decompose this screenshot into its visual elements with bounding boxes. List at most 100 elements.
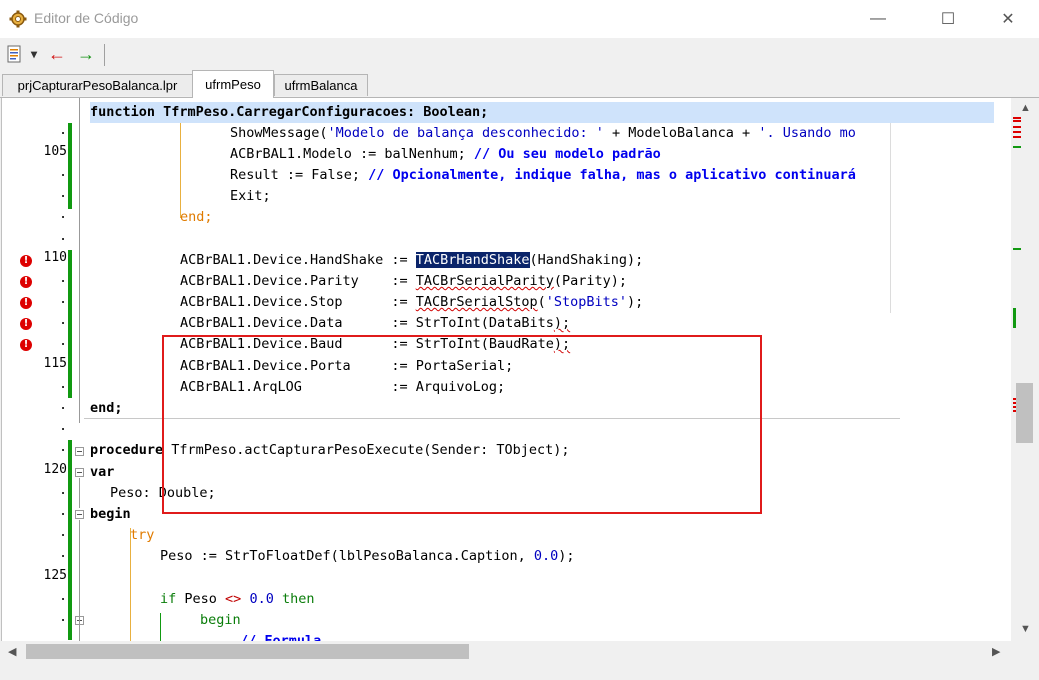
gear-app-icon: [9, 10, 27, 28]
line-dot: .: [59, 165, 67, 180]
modified-line-marker: [68, 123, 72, 209]
tab-prjcapturarpesobalanca[interactable]: prjCapturarPesoBalanca.lpr: [2, 74, 193, 96]
fold-toggle-icon[interactable]: [75, 510, 84, 519]
modified-marker: [1013, 308, 1016, 328]
document-list-icon: [7, 45, 21, 63]
line-number: 115: [43, 356, 67, 371]
modified-marker: [1013, 248, 1021, 250]
error-icon[interactable]: !: [20, 255, 32, 267]
line-dot: .: [59, 440, 67, 455]
scroll-thumb[interactable]: [1016, 383, 1033, 443]
line-dot: .: [59, 483, 67, 498]
code-line: if Peso <> 0.0 then: [160, 591, 315, 607]
code-line: Exit;: [230, 188, 271, 204]
editor-tabs: prjCapturarPesoBalanca.lpr ufrmPeso ufrm…: [0, 70, 1039, 98]
tab-label: ufrmBalanca: [284, 78, 358, 93]
line-dot: .: [59, 398, 67, 413]
line-number: 110: [43, 250, 67, 265]
code-line: var: [90, 464, 115, 480]
toolbar-separator: [104, 44, 105, 66]
code-line: Result := False; // Opcionalmente, indiq…: [230, 167, 856, 183]
line-dot: .: [59, 419, 67, 434]
close-button[interactable]: ✕: [985, 0, 1031, 38]
chevron-down-icon: ▾: [30, 47, 38, 61]
fold-line: [79, 478, 80, 508]
scroll-right-icon[interactable]: ▶: [992, 645, 1000, 658]
toolbar: ▾ ← →: [0, 38, 1039, 70]
line-dot: .: [59, 546, 67, 561]
title-bar: Editor de Código — ☐ ✕: [0, 0, 1039, 38]
line-dot: .: [59, 292, 67, 307]
scroll-down-icon[interactable]: ▼: [1020, 623, 1031, 635]
scroll-up-icon[interactable]: ▲: [1020, 102, 1031, 114]
code-editor[interactable]: . 105 . . . . 110 . . . . 115 . . . . 12…: [1, 98, 1012, 641]
error-marker: [1013, 126, 1021, 128]
line-dot: .: [59, 377, 67, 392]
line-dot: .: [59, 504, 67, 519]
error-icon[interactable]: !: [20, 339, 32, 351]
code-line: ACBrBAL1.Device.Parity := TACBrSerialPar…: [180, 273, 628, 289]
error-marker: [1013, 136, 1021, 138]
error-icon[interactable]: !: [20, 276, 32, 288]
line-dot: .: [59, 207, 67, 222]
modified-line-marker: [68, 440, 72, 640]
modified-line-marker: [68, 250, 72, 398]
error-icon[interactable]: !: [20, 318, 32, 330]
line-number: 125: [43, 568, 67, 583]
status-bar: [0, 662, 1039, 680]
tab-label: prjCapturarPesoBalanca.lpr: [17, 78, 178, 93]
minimize-button[interactable]: —: [855, 0, 901, 38]
fold-line: [79, 98, 80, 423]
line-number: 105: [43, 144, 67, 159]
code-line: begin: [90, 506, 131, 522]
code-line: ACBrBAL1.Device.Data := StrToInt(DataBit…: [180, 315, 571, 331]
code-line: Peso := StrToFloatDef(lblPesoBalanca.Cap…: [160, 548, 575, 564]
editor-options-button[interactable]: [4, 42, 24, 66]
error-icon[interactable]: !: [20, 297, 32, 309]
tab-label: ufrmPeso: [205, 77, 261, 92]
options-dropdown[interactable]: ▾: [27, 42, 41, 66]
line-dot: .: [59, 334, 67, 349]
maximize-button[interactable]: ☐: [925, 0, 971, 38]
arrow-left-icon: ←: [48, 43, 66, 64]
line-dot: .: [59, 271, 67, 286]
right-margin-line: [890, 123, 891, 313]
line-dot: .: [59, 186, 67, 201]
code-line: ACBrBAL1.Modelo := balNenhum; // Ou seu …: [230, 146, 661, 162]
modified-marker: [1013, 146, 1021, 148]
indent-guide: [180, 123, 181, 218]
code-line: end;: [90, 400, 123, 416]
line-dot: .: [59, 123, 67, 138]
line-number: 120: [43, 462, 67, 477]
code-line: ACBrBAL1.Device.HandShake := TACBrHandSh…: [180, 252, 644, 268]
fold-toggle-icon[interactable]: [75, 468, 84, 477]
error-marker: [1013, 120, 1021, 122]
tab-ufrmbalanca[interactable]: ufrmBalanca: [274, 74, 368, 96]
highlight-box: [162, 335, 762, 514]
maximize-icon: ☐: [940, 11, 956, 28]
close-icon: ✕: [1001, 11, 1015, 28]
tab-ufrmpeso[interactable]: ufrmPeso: [192, 70, 274, 98]
vertical-scrollbar[interactable]: ▲ ▼: [1011, 98, 1039, 641]
code-line: end;: [180, 209, 213, 225]
horizontal-scrollbar[interactable]: ◀ ▶: [0, 641, 1039, 662]
scroll-thumb-horizontal[interactable]: [26, 644, 469, 659]
line-dot: .: [59, 525, 67, 540]
scroll-left-icon[interactable]: ◀: [8, 645, 16, 658]
line-dot: .: [59, 610, 67, 625]
line-dot: .: [59, 313, 67, 328]
function-header-line: function TfrmPeso.CarregarConfiguracoes:…: [90, 104, 489, 120]
code-line: begin: [200, 612, 241, 628]
fold-toggle-icon[interactable]: [75, 447, 84, 456]
fold-line: [79, 520, 80, 641]
code-line: ACBrBAL1.Device.Stop := TACBrSerialStop(…: [180, 294, 644, 310]
forward-button[interactable]: →: [75, 42, 97, 66]
back-button[interactable]: ←: [46, 42, 68, 66]
minimize-icon: —: [870, 10, 886, 27]
line-dot: .: [59, 589, 67, 604]
arrow-right-icon: →: [77, 43, 95, 64]
error-marker: [1013, 131, 1021, 133]
code-line: try: [130, 527, 155, 543]
code-area[interactable]: function TfrmPeso.CarregarConfiguracoes:…: [84, 98, 1012, 641]
line-dot: .: [59, 229, 67, 244]
